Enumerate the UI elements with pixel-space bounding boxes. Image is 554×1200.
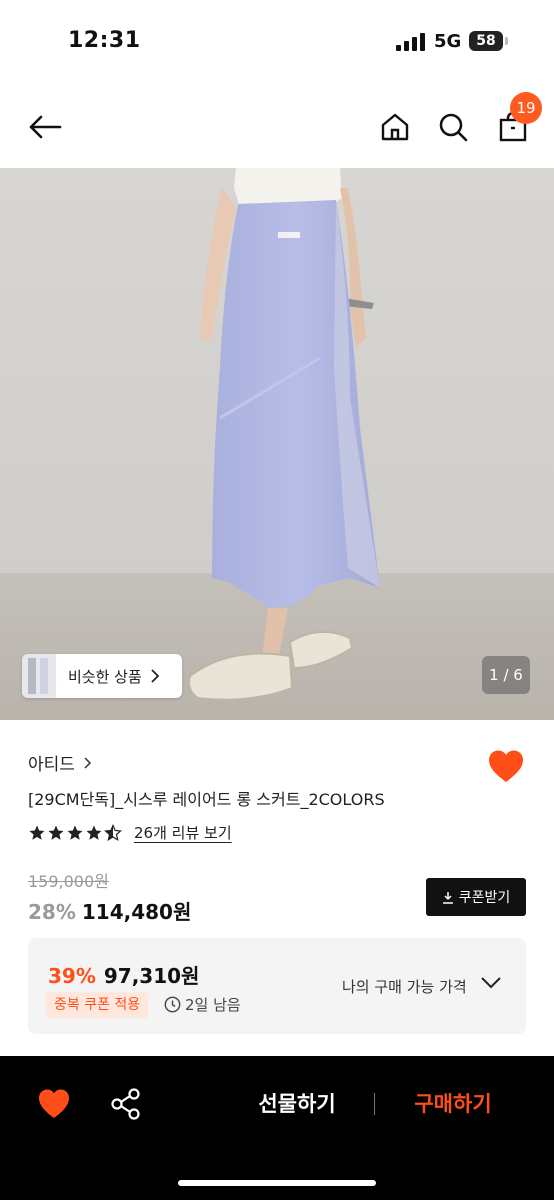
brand-link[interactable]: 아티드 bbox=[28, 750, 95, 775]
star-full-icon bbox=[48, 825, 64, 840]
brand-name: 아티드 bbox=[28, 755, 75, 775]
benefit-price: 97,310원 bbox=[103, 964, 200, 988]
battery-tip bbox=[505, 37, 508, 45]
product-photo bbox=[0, 168, 554, 720]
original-price: 159,000원 bbox=[28, 872, 109, 891]
home-indicator[interactable] bbox=[178, 1180, 376, 1186]
my-price-label: 나의 구매 가능 가격 bbox=[342, 978, 467, 996]
gift-button[interactable]: 선물하기 bbox=[234, 1084, 360, 1124]
wishlist-heart-icon[interactable] bbox=[36, 1086, 72, 1122]
star-full-icon bbox=[86, 825, 102, 840]
similar-products-button[interactable]: 비슷한 상품 bbox=[22, 654, 182, 698]
clock-icon bbox=[164, 996, 181, 1013]
similar-products-label: 비슷한 상품 bbox=[68, 667, 142, 686]
discount-rate: 28% bbox=[28, 900, 76, 924]
star-half-icon bbox=[104, 823, 122, 841]
product-name: [29CM단독]_시스루 레이어드 롱 스커트_2COLORS bbox=[28, 790, 385, 809]
similar-product-thumbnail bbox=[22, 654, 56, 698]
download-icon bbox=[442, 891, 453, 904]
time-remaining-label: 2일 남음 bbox=[185, 996, 241, 1014]
time-remaining: 2일 남음 bbox=[164, 994, 241, 1015]
cellular-signal-icon bbox=[396, 33, 425, 51]
star-full-icon bbox=[29, 825, 45, 840]
chevron-down-icon[interactable] bbox=[480, 976, 502, 990]
wishlist-heart-icon[interactable] bbox=[486, 747, 526, 787]
star-full-icon bbox=[67, 825, 83, 840]
rating-stars bbox=[28, 823, 122, 842]
home-button[interactable] bbox=[374, 104, 416, 150]
home-icon bbox=[381, 113, 409, 141]
cart-count-badge: 19 bbox=[510, 92, 542, 124]
coupon-download-button[interactable]: 쿠폰받기 bbox=[426, 878, 526, 916]
coupon-download-label: 쿠폰받기 bbox=[458, 890, 511, 906]
battery-icon: 58 bbox=[469, 31, 503, 51]
back-arrow-icon bbox=[29, 115, 62, 139]
bar-divider bbox=[374, 1093, 375, 1115]
chevron-right-icon bbox=[151, 669, 160, 683]
buy-button[interactable]: 구매하기 bbox=[390, 1084, 516, 1124]
product-main-image[interactable] bbox=[0, 168, 554, 720]
nav-header bbox=[0, 84, 554, 168]
status-time: 12:31 bbox=[68, 28, 141, 53]
bottom-action-bar: 선물하기 구매하기 bbox=[0, 1056, 554, 1200]
share-icon[interactable] bbox=[108, 1086, 144, 1122]
price-row: 28% 114,480원 bbox=[28, 896, 191, 925]
search-button[interactable] bbox=[432, 104, 474, 150]
benefit-discount-rate: 39% bbox=[48, 964, 96, 988]
duplicate-coupon-tag: 중복 쿠폰 적용 bbox=[46, 992, 149, 1018]
status-bar: 12:31 5G 58 bbox=[0, 0, 554, 84]
search-icon bbox=[439, 113, 468, 142]
image-counter: 1 / 6 bbox=[482, 656, 530, 694]
back-button[interactable] bbox=[22, 104, 68, 150]
my-price-card[interactable]: 39% 97,310원 중복 쿠폰 적용 2일 남음 나의 구매 가능 가격 bbox=[28, 938, 526, 1034]
review-link[interactable]: 26개 리뷰 보기 bbox=[134, 822, 232, 843]
chevron-right-icon bbox=[84, 756, 91, 769]
sale-price: 114,480원 bbox=[81, 900, 192, 924]
network-type: 5G bbox=[434, 31, 462, 52]
rating-row: 26개 리뷰 보기 bbox=[28, 822, 232, 843]
benefit-price-row: 39% 97,310원 bbox=[48, 960, 199, 989]
